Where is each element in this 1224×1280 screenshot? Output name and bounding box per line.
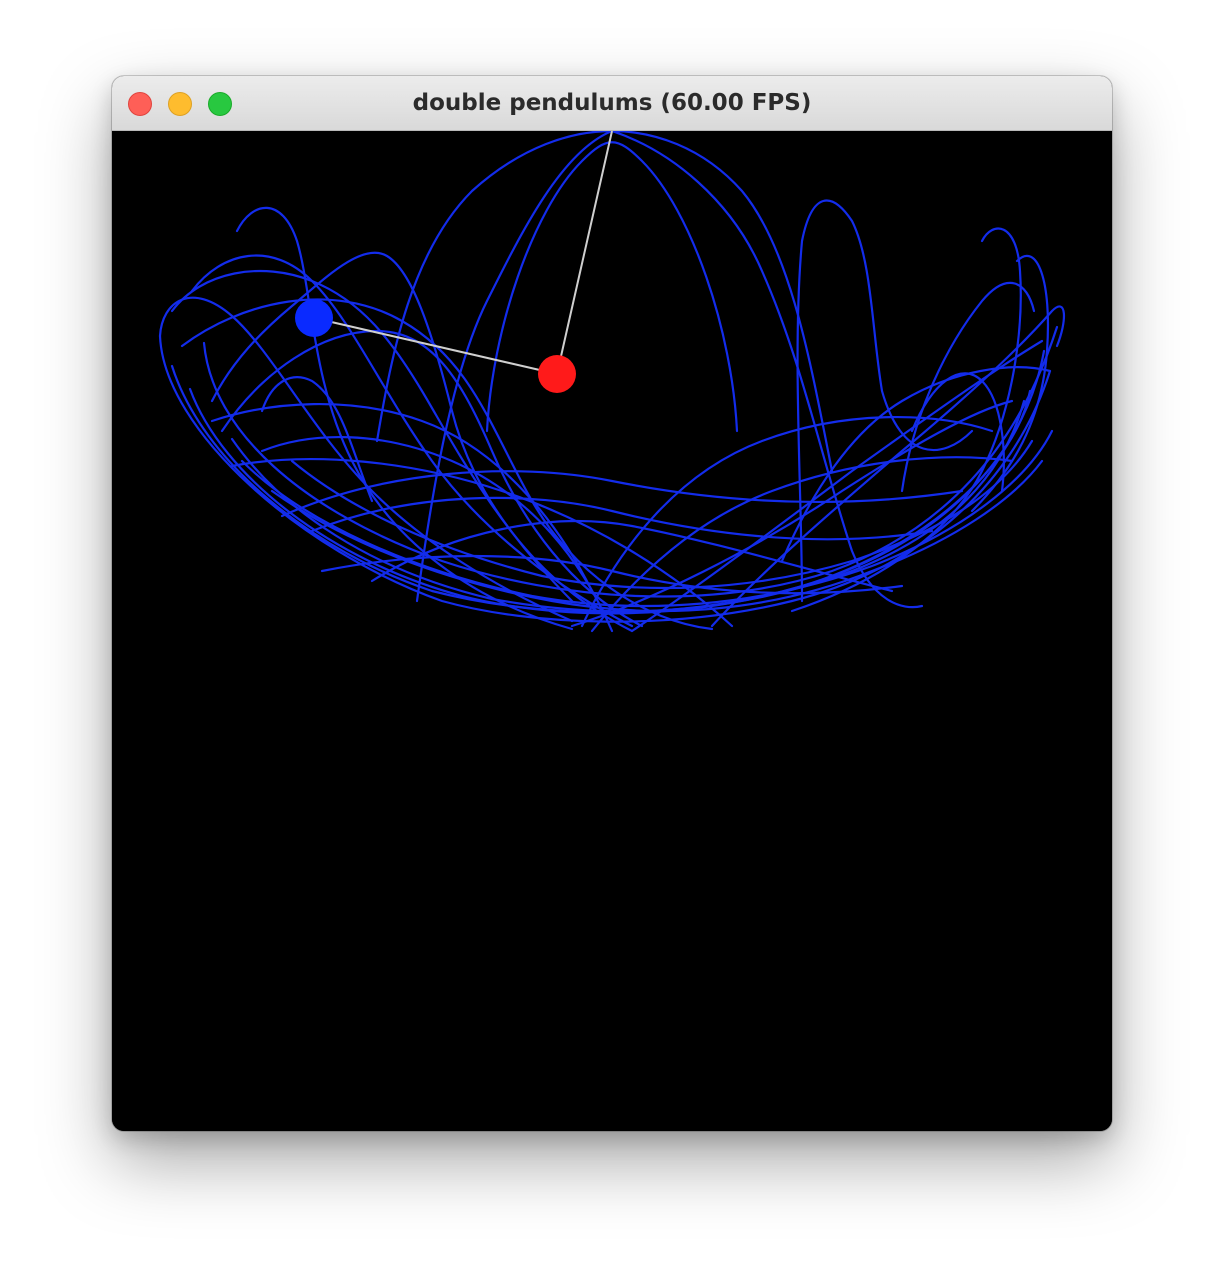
trail-segment	[710, 305, 1066, 628]
trail-segment	[202, 325, 1059, 598]
trail-segment	[790, 227, 1022, 613]
lower-bob	[295, 299, 333, 337]
window-title: double pendulums (60.00 FPS)	[412, 90, 812, 116]
trail-segment	[190, 254, 634, 628]
trail-segment	[796, 199, 974, 603]
trail-segment	[170, 349, 1046, 614]
trail-segment	[290, 439, 1034, 590]
trail-segment	[900, 281, 1036, 493]
title-bar[interactable]: double pendulums (60.00 FPS)	[112, 76, 1112, 131]
trail-segment	[375, 131, 834, 473]
trail-segment	[210, 251, 634, 633]
pendulum-scene	[158, 131, 1066, 633]
trail-segment	[580, 415, 994, 628]
trail-segment	[485, 141, 739, 433]
lower-rod	[313, 317, 558, 375]
simulation-canvas	[112, 131, 1112, 1131]
upper-bob	[538, 355, 576, 393]
app-window: double pendulums (60.00 FPS)	[112, 76, 1112, 1131]
trail-segment	[170, 269, 574, 603]
pendulum-trail	[158, 131, 1066, 633]
